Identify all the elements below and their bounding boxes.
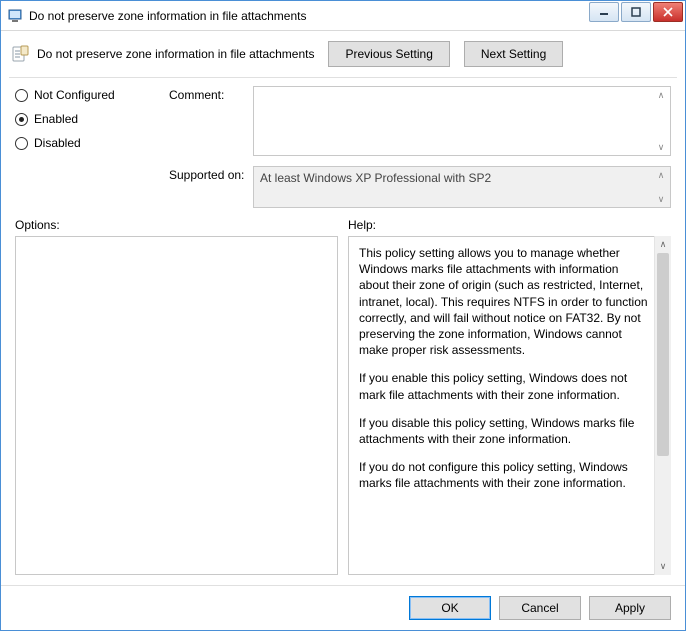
comment-scrollbar[interactable]: ∧ ∨ <box>653 88 669 154</box>
next-setting-button[interactable]: Next Setting <box>464 41 563 67</box>
window-title: Do not preserve zone information in file… <box>29 9 589 23</box>
options-box[interactable] <box>15 236 338 575</box>
header-row: Do not preserve zone information in file… <box>1 31 685 77</box>
radio-label: Disabled <box>34 136 81 150</box>
radio-label: Enabled <box>34 112 78 126</box>
divider <box>9 77 677 78</box>
close-button[interactable] <box>653 2 683 22</box>
radio-icon <box>15 137 28 150</box>
supported-on-textbox: At least Windows XP Professional with SP… <box>253 166 671 208</box>
radio-enabled[interactable]: Enabled <box>15 112 165 126</box>
scroll-down-icon: ∨ <box>655 558 671 575</box>
radio-icon <box>15 113 28 126</box>
ok-button[interactable]: OK <box>409 596 491 620</box>
state-radio-group: Not Configured Enabled Disabled <box>15 86 165 156</box>
labels-column: Comment: <box>169 86 249 156</box>
dialog-footer: OK Cancel Apply <box>1 585 685 630</box>
cancel-button[interactable]: Cancel <box>499 596 581 620</box>
gpedit-icon <box>7 8 23 24</box>
options-pane: Options: <box>15 218 338 575</box>
radio-icon <box>15 89 28 102</box>
scroll-up-icon: ∧ <box>653 168 669 182</box>
scroll-down-icon: ∨ <box>653 192 669 206</box>
comment-label: Comment: <box>169 88 249 102</box>
scroll-down-icon: ∨ <box>653 140 669 154</box>
settings-area: Not Configured Enabled Disabled Comment:… <box>1 86 685 208</box>
minimize-button[interactable] <box>589 2 619 22</box>
scrollbar-thumb[interactable] <box>657 253 669 456</box>
help-paragraph: If you enable this policy setting, Windo… <box>359 370 648 402</box>
previous-setting-button[interactable]: Previous Setting <box>328 41 449 67</box>
supported-scrollbar: ∧ ∨ <box>653 168 669 206</box>
supported-label: Supported on: <box>169 166 249 208</box>
policy-dialog: Do not preserve zone information in file… <box>0 0 686 631</box>
options-label: Options: <box>15 218 338 232</box>
scroll-up-icon: ∧ <box>653 88 669 102</box>
window-controls <box>589 1 685 30</box>
help-paragraph: If you disable this policy setting, Wind… <box>359 415 648 447</box>
scroll-up-icon: ∧ <box>655 236 671 253</box>
lower-panes: Options: Help: This policy setting allow… <box>1 208 685 585</box>
help-paragraph: This policy setting allows you to manage… <box>359 245 648 358</box>
radio-not-configured[interactable]: Not Configured <box>15 88 165 102</box>
apply-button[interactable]: Apply <box>589 596 671 620</box>
comment-box-wrap: ∧ ∨ <box>253 86 671 156</box>
policy-icon <box>11 45 29 63</box>
titlebar: Do not preserve zone information in file… <box>1 1 685 31</box>
help-pane: Help: This policy setting allows you to … <box>348 218 671 575</box>
help-label: Help: <box>348 218 671 232</box>
maximize-button[interactable] <box>621 2 651 22</box>
radio-disabled[interactable]: Disabled <box>15 136 165 150</box>
help-scrollbar[interactable]: ∧ ∨ <box>654 236 671 575</box>
radio-label: Not Configured <box>34 88 115 102</box>
help-textbox[interactable]: This policy setting allows you to manage… <box>348 236 671 575</box>
supported-box-wrap: At least Windows XP Professional with SP… <box>253 166 671 208</box>
policy-title: Do not preserve zone information in file… <box>37 47 314 61</box>
help-paragraph: If you do not configure this policy sett… <box>359 459 648 491</box>
comment-textbox[interactable] <box>253 86 671 156</box>
